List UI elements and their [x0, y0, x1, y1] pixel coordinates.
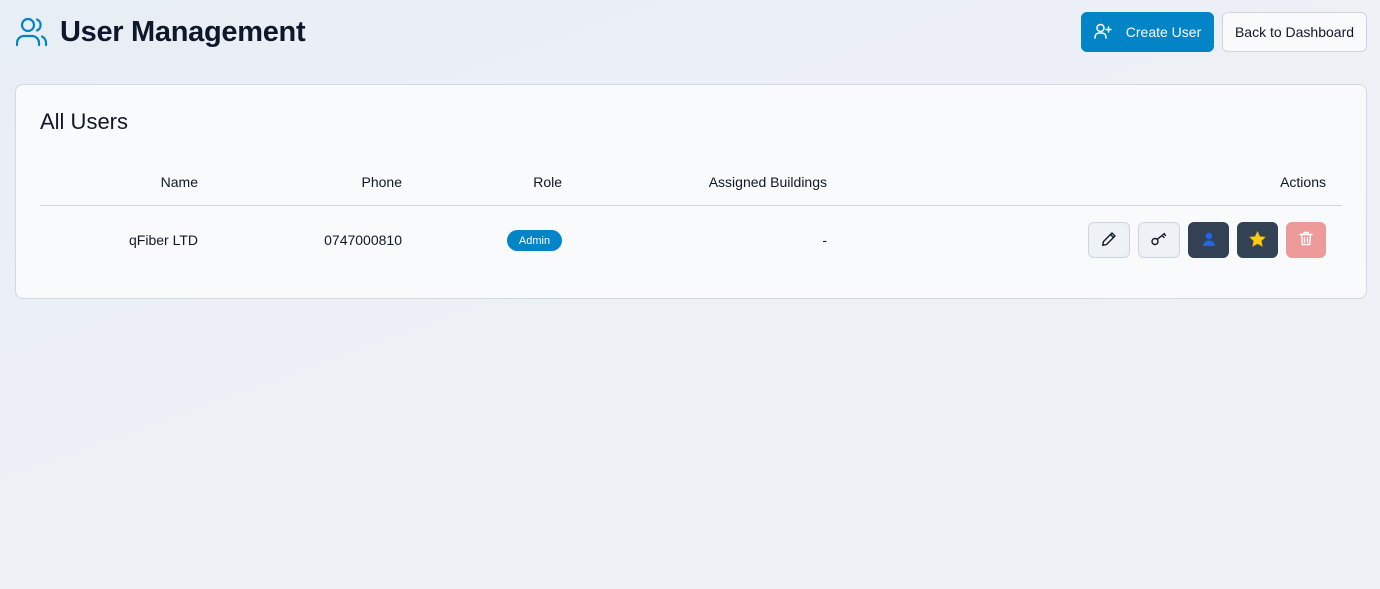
- trash-icon: [1299, 231, 1313, 249]
- title-group: User Management: [16, 15, 306, 49]
- page-title: User Management: [60, 15, 306, 48]
- users-table: Name Phone Role Assigned Buildings Actio…: [40, 165, 1342, 276]
- edit-user-button[interactable]: [1088, 222, 1130, 258]
- back-to-dashboard-button[interactable]: Back to Dashboard: [1222, 12, 1367, 52]
- delete-user-button[interactable]: [1286, 222, 1326, 258]
- card-title: All Users: [40, 109, 129, 134]
- table-header: Name Phone Role Assigned Buildings Actio…: [40, 165, 1342, 206]
- reset-password-button[interactable]: [1138, 222, 1180, 258]
- create-user-button[interactable]: Create User: [1081, 12, 1214, 52]
- user-phone: 0747000810: [324, 232, 402, 248]
- table-row: qFiber LTD 0747000810 Admin -: [40, 206, 1342, 276]
- users-card: All Users Name Phone Role Assigned Build…: [15, 84, 1367, 299]
- user-plus-icon: [1094, 23, 1112, 42]
- edit-icon: [1101, 231, 1117, 250]
- column-header-phone: Phone: [361, 174, 402, 190]
- create-user-label: Create User: [1125, 24, 1202, 40]
- star-icon: [1249, 230, 1266, 250]
- key-icon: [1151, 232, 1167, 249]
- set-primary-user-button[interactable]: [1237, 222, 1278, 258]
- column-header-name: Name: [160, 174, 198, 190]
- column-header-role: Role: [533, 174, 562, 190]
- column-header-actions: Actions: [1280, 174, 1326, 190]
- page-header: User Management Create User Back to Dash…: [16, 12, 1367, 52]
- users-icon: [16, 16, 48, 48]
- row-actions: [1088, 222, 1326, 258]
- role-badge: Admin: [507, 230, 562, 251]
- impersonate-user-button[interactable]: [1188, 222, 1229, 258]
- user-icon: [1202, 232, 1216, 249]
- column-header-assigned-buildings: Assigned Buildings: [708, 174, 827, 190]
- user-name: qFiber LTD: [129, 232, 198, 248]
- header-actions: Create User Back to Dashboard: [1081, 12, 1367, 52]
- assigned-buildings: -: [822, 232, 827, 248]
